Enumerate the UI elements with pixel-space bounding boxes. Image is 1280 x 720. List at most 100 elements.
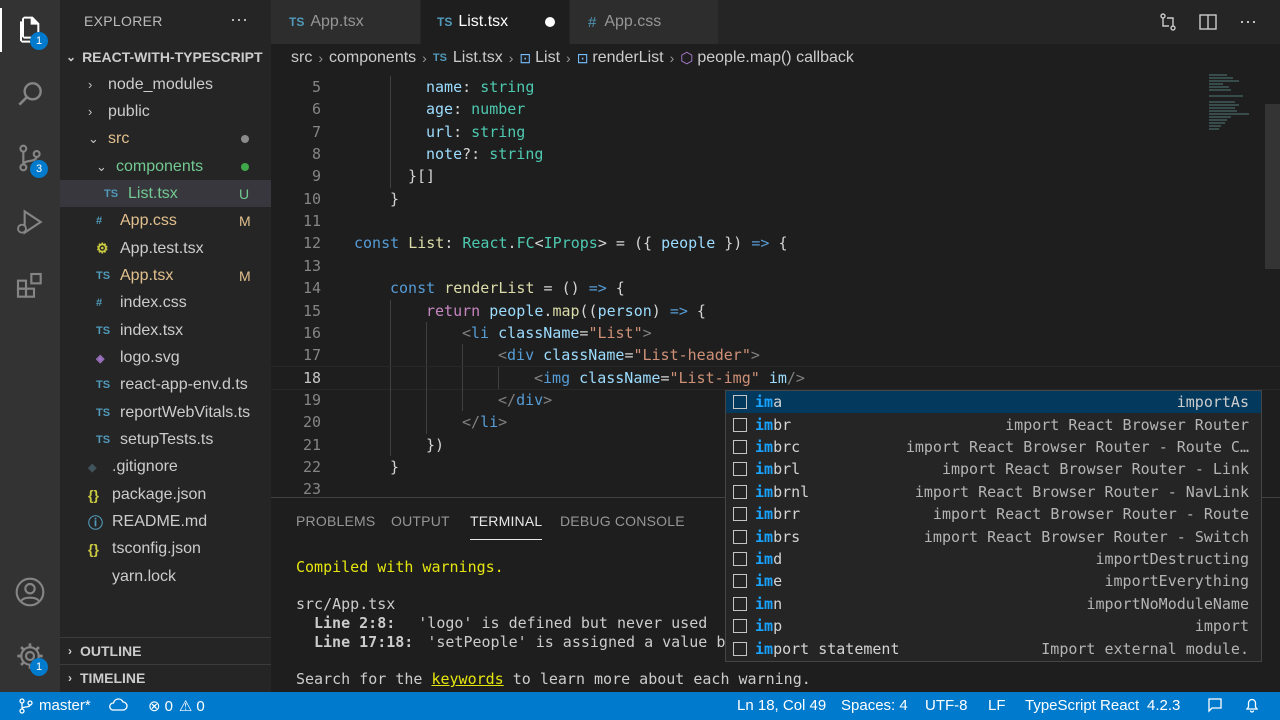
keywords-link[interactable]: keywords (431, 670, 503, 688)
tree-item[interactable]: ⌄ components (60, 153, 271, 180)
tab-list-tsx[interactable]: TS List.tsx (421, 0, 569, 44)
tree-item[interactable]: › public (60, 98, 271, 125)
code-token: > = ({ (597, 234, 662, 253)
snippet-icon (733, 417, 747, 432)
suggestion-item[interactable]: imbrr import React Browser Router - Route (726, 503, 1261, 525)
code-token: } (390, 457, 400, 476)
tree-item[interactable]: TS index.tsx (60, 317, 271, 344)
source-control-activity[interactable]: 3 (0, 128, 60, 188)
code-line[interactable]: 10} (271, 188, 1280, 210)
tree-item[interactable]: TS setupTests.ts (60, 427, 271, 454)
code-line[interactable]: 6 age: number (271, 98, 1280, 120)
css-file-icon: # (96, 215, 103, 228)
tree-item[interactable]: TS react-app-env.d.ts (60, 372, 271, 399)
code-line[interactable]: 11 (271, 210, 1280, 232)
tree-item[interactable]: TS reportWebVitals.ts (60, 399, 271, 426)
code-line[interactable]: 5 name: string (271, 76, 1280, 98)
code-line[interactable]: 12 const List: React.FC<IProps> = ({ peop… (271, 232, 1280, 254)
problems-indicator[interactable]: ⊗ 0 ⚠ 0 (148, 697, 205, 716)
tree-item[interactable]: {} package.json (60, 481, 271, 508)
more-actions-icon[interactable]: ⋯ (1236, 10, 1260, 34)
accounts-activity[interactable] (0, 562, 60, 622)
more-actions-icon[interactable]: ··· (230, 9, 248, 30)
split-editor-icon[interactable] (1196, 10, 1220, 34)
code-line[interactable]: 13 (271, 255, 1280, 277)
explorer-activity[interactable]: 1 (0, 0, 60, 60)
suggestion-item[interactable]: ime importEverything (726, 570, 1261, 592)
breadcrumb-item[interactable]: src (291, 49, 312, 67)
editor-scrollbar[interactable] (1265, 104, 1280, 269)
indentation[interactable]: Spaces: 4 (841, 697, 908, 714)
search-activity[interactable] (0, 64, 60, 124)
line-ending[interactable]: LF (988, 697, 1006, 714)
tree-item[interactable]: # index.css (60, 290, 271, 317)
suggestion-item[interactable]: imd importDestructing (726, 548, 1261, 570)
suggestion-item[interactable]: imbrl import React Browser Router - Link (726, 458, 1261, 480)
tree-item[interactable]: ⚙ App.test.tsx (60, 235, 271, 262)
suggestion-item[interactable]: imbrc import React Browser Router - Route… (726, 436, 1261, 458)
code-line[interactable]: 14 const renderList = () => { (271, 277, 1280, 299)
suggestion-item[interactable]: ima importAs (726, 391, 1261, 414)
code-line[interactable]: 15 return people.map((person) => { (271, 300, 1280, 322)
tree-item[interactable]: TS App.tsx M (60, 262, 271, 289)
breadcrumb-item[interactable]: renderList (592, 49, 663, 67)
project-header[interactable]: ⌄ REACT-WITH-TYPESCRIPT (60, 44, 271, 70)
code-line[interactable]: 18 <img className="List-img" im/> (271, 365, 1280, 390)
tree-item[interactable]: TS List.tsx U (60, 180, 271, 208)
code-line[interactable]: 17 <div className="List-header"> (271, 344, 1280, 366)
language-mode[interactable]: TypeScript React (1025, 697, 1139, 714)
tree-item[interactable]: ◈ logo.svg (60, 345, 271, 372)
tree-item[interactable]: › node_modules (60, 71, 271, 98)
code-line[interactable]: 9}[] (271, 165, 1280, 187)
unsaved-dot-icon[interactable] (545, 17, 555, 27)
suggestion-item[interactable]: import statement Import external module. (726, 637, 1261, 659)
run-debug-activity[interactable] (0, 192, 60, 252)
suggestion-item[interactable]: imp import (726, 615, 1261, 637)
code-line[interactable]: 16 <li className="List"> (271, 322, 1280, 344)
suggestion-item[interactable]: imbrs import React Browser Router - Switc… (726, 525, 1261, 547)
tab-debug-console[interactable]: DEBUG CONSOLE (560, 513, 685, 529)
tab-app-tsx[interactable]: TS App.tsx (271, 0, 420, 44)
breadcrumb-item[interactable]: components (329, 49, 416, 67)
branch-indicator[interactable]: master* (19, 697, 91, 714)
indent-guide (390, 321, 391, 345)
outline-section[interactable]: › OUTLINE (60, 637, 271, 663)
encoding[interactable]: UTF-8 (925, 697, 968, 714)
tree-item[interactable]: yarn.lock (60, 563, 271, 590)
timeline-section[interactable]: › TIMELINE (60, 664, 271, 690)
feedback-icon[interactable] (1207, 697, 1225, 713)
tab-label: App.tsx (310, 13, 364, 30)
suggestion-rest: n (773, 594, 783, 613)
extensions-activity[interactable] (0, 256, 60, 316)
code-line[interactable]: 7 url: string (271, 121, 1280, 143)
tab-output[interactable]: OUTPUT (391, 513, 450, 529)
suggestion-item[interactable]: imn importNoModuleName (726, 593, 1261, 615)
code-text: url: string (426, 121, 525, 143)
open-changes-icon[interactable] (1156, 10, 1180, 34)
code-token: img (543, 368, 571, 387)
code-line[interactable]: 8 note?: string (271, 143, 1280, 165)
method-symbol-icon: ⬡ (680, 50, 694, 67)
suggestion-item[interactable]: imbr import React Browser Router (726, 413, 1261, 435)
tab-terminal[interactable]: TERMINAL (470, 513, 543, 540)
tab-app-css[interactable]: # App.css (570, 0, 718, 44)
tree-item[interactable]: # App.css M (60, 208, 271, 235)
notifications-icon[interactable] (1244, 697, 1260, 713)
breadcrumb-item[interactable]: people.map() callback (697, 49, 854, 67)
ts-version[interactable]: 4.2.3 (1147, 697, 1180, 714)
tree-item[interactable]: ⓘ README.md (60, 509, 271, 536)
code-token: ) (651, 301, 670, 320)
sync-icon[interactable] (108, 697, 128, 713)
breadcrumb-item[interactable]: List (535, 49, 560, 67)
code-token: : (462, 78, 481, 96)
manage-activity[interactable]: 1 (0, 626, 60, 686)
cursor-position[interactable]: Ln 18, Col 49 (737, 697, 826, 714)
tree-item[interactable]: ⌄ src (60, 126, 271, 153)
explorer-badge: 1 (30, 32, 48, 50)
tab-problems[interactable]: PROBLEMS (296, 513, 375, 529)
suggestion-item[interactable]: imbrnl import React Browser Router - NavL… (726, 481, 1261, 503)
tree-item[interactable]: {} tsconfig.json (60, 536, 271, 563)
breadcrumb-item[interactable]: List.tsx (453, 49, 503, 67)
tree-item[interactable]: ◆ .gitignore (60, 454, 271, 481)
tree-item-label: logo.svg (120, 349, 180, 366)
